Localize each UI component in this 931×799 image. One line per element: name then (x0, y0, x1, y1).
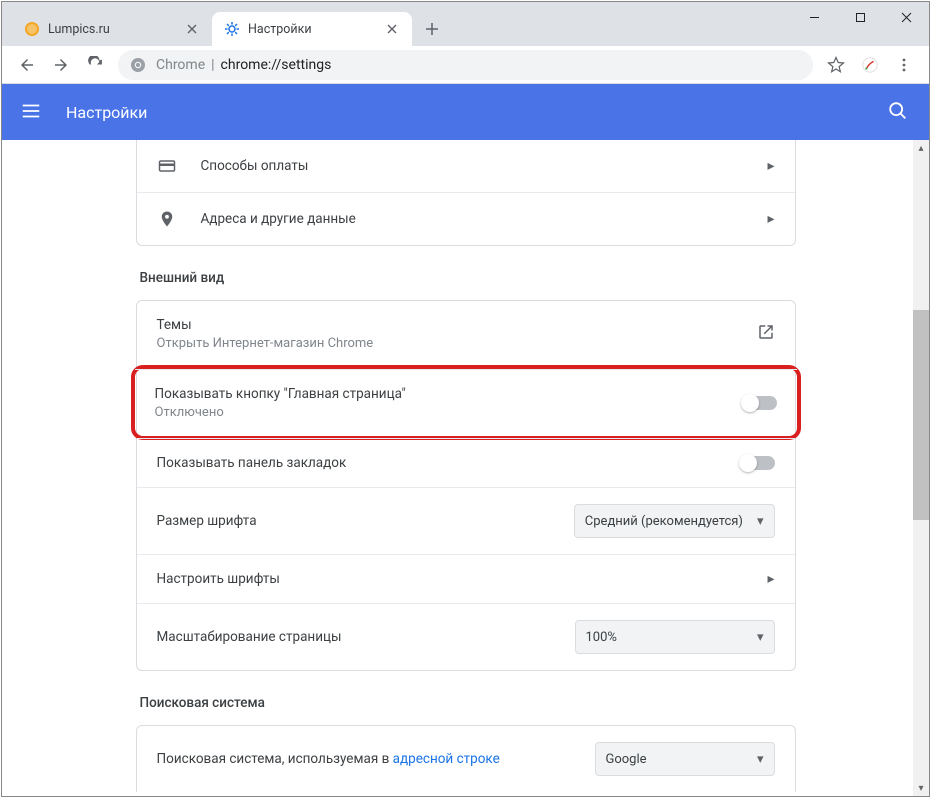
row-sublabel: Открыть Интернет-магазин Chrome (157, 336, 757, 351)
row-label: Поисковая система, используемая в адресн… (157, 751, 595, 767)
chevron-right-icon: ▸ (767, 158, 774, 174)
dropdown-value: Google (606, 752, 647, 767)
appearance-card: Темы Открыть Интернет-магазин Chrome Пок… (136, 300, 796, 671)
row-label: Показывать кнопку "Главная страница" (155, 386, 743, 402)
row-label: Настроить шрифты (157, 571, 768, 587)
titlebar: Lumpics.ru Настройки (2, 2, 929, 46)
row-label: Адреса и другие данные (201, 211, 768, 227)
star-icon[interactable] (819, 48, 853, 82)
address-bar[interactable]: Chrome | chrome://settings (118, 50, 813, 80)
themes-row[interactable]: Темы Открыть Интернет-магазин Chrome (137, 301, 795, 367)
address-origin: Chrome (156, 57, 205, 73)
close-icon[interactable] (384, 21, 400, 37)
bookmarks-bar-toggle[interactable] (741, 456, 775, 470)
dropdown-arrow-icon: ▾ (757, 630, 764, 645)
addresses-row[interactable]: Адреса и другие данные ▸ (137, 192, 795, 245)
settings-header: Настройки (2, 84, 929, 140)
search-card: Поисковая система, используемая в адресн… (136, 725, 796, 792)
dropdown-arrow-icon: ▾ (757, 514, 764, 529)
search-engine-dropdown[interactable]: Google ▾ (595, 742, 775, 776)
extension-icon[interactable] (853, 48, 887, 82)
credit-card-icon (157, 156, 177, 176)
scrollbar-thumb[interactable] (913, 310, 929, 520)
new-tab-button[interactable] (418, 15, 446, 43)
section-appearance-title: Внешний вид (140, 270, 796, 286)
address-separator: | (211, 57, 214, 73)
favicon-lumpics (24, 21, 40, 37)
close-icon[interactable] (184, 21, 200, 37)
row-label: Показывать панель закладок (157, 455, 741, 471)
row-label: Темы (157, 317, 757, 333)
maximize-button[interactable] (837, 2, 883, 32)
scroll-down-arrow[interactable]: ▾ (913, 780, 929, 796)
toolbar: Chrome | chrome://settings (2, 46, 929, 84)
address-path: chrome://settings (221, 57, 332, 73)
page-zoom-row: Масштабирование страницы 100% ▾ (137, 603, 795, 670)
chrome-icon (130, 57, 146, 73)
home-button-toggle[interactable] (743, 396, 777, 410)
tab-lumpics[interactable]: Lumpics.ru (12, 12, 212, 46)
row-label: Масштабирование страницы (157, 629, 575, 645)
payment-methods-row[interactable]: Способы оплаты ▸ (137, 140, 795, 192)
chevron-right-icon: ▸ (767, 211, 774, 227)
row-label: Способы оплаты (201, 158, 768, 174)
highlight-annotation: Показывать кнопку "Главная страница" Отк… (131, 365, 801, 440)
settings-title: Настройки (66, 103, 887, 122)
settings-scroll: Способы оплаты ▸ Адреса и другие данные … (136, 140, 796, 796)
scrollbar-track[interactable]: ▴ ▾ (913, 140, 929, 796)
chevron-right-icon: ▸ (767, 571, 774, 587)
autofill-card-partial: Способы оплаты ▸ Адреса и другие данные … (136, 140, 796, 246)
row-label: Размер шрифта (157, 513, 574, 529)
tab-strip: Lumpics.ru Настройки (2, 2, 446, 46)
dropdown-value: Средний (рекомендуется) (585, 514, 743, 529)
dropdown-value: 100% (586, 630, 617, 645)
dropdown-arrow-icon: ▾ (757, 752, 764, 767)
tab-title: Lumpics.ru (48, 22, 178, 37)
external-link-icon (757, 323, 775, 345)
bookmarks-bar-row[interactable]: Показывать панель закладок (137, 438, 795, 487)
page-zoom-dropdown[interactable]: 100% ▾ (575, 620, 775, 654)
search-icon[interactable] (887, 100, 911, 124)
content-area: ▴ ▾ Способы оплаты ▸ Адреса и друг (2, 140, 929, 796)
minimize-button[interactable] (791, 2, 837, 32)
window-controls (791, 2, 929, 32)
back-button[interactable] (10, 48, 44, 82)
forward-button[interactable] (44, 48, 78, 82)
menu-icon[interactable] (887, 48, 921, 82)
home-button-row[interactable]: Показывать кнопку "Главная страница" Отк… (135, 369, 797, 436)
search-engine-row: Поисковая система, используемая в адресн… (137, 726, 795, 792)
location-pin-icon (157, 209, 177, 229)
close-window-button[interactable] (883, 2, 929, 32)
browser-window: Lumpics.ru Настройки (1, 1, 930, 797)
customize-fonts-row[interactable]: Настроить шрифты ▸ (137, 554, 795, 603)
row-sublabel: Отключено (155, 405, 743, 420)
gear-icon-blue (224, 21, 240, 37)
section-search-title: Поисковая система (140, 695, 796, 711)
tab-settings[interactable]: Настройки (212, 12, 412, 46)
tab-title: Настройки (248, 22, 378, 37)
font-size-row: Размер шрифта Средний (рекомендуется) ▾ (137, 487, 795, 554)
reload-button[interactable] (78, 48, 112, 82)
scroll-up-arrow[interactable]: ▴ (913, 140, 929, 156)
font-size-dropdown[interactable]: Средний (рекомендуется) ▾ (574, 504, 775, 538)
address-bar-link[interactable]: адресной строке (393, 751, 500, 767)
hamburger-icon[interactable] (20, 100, 44, 124)
